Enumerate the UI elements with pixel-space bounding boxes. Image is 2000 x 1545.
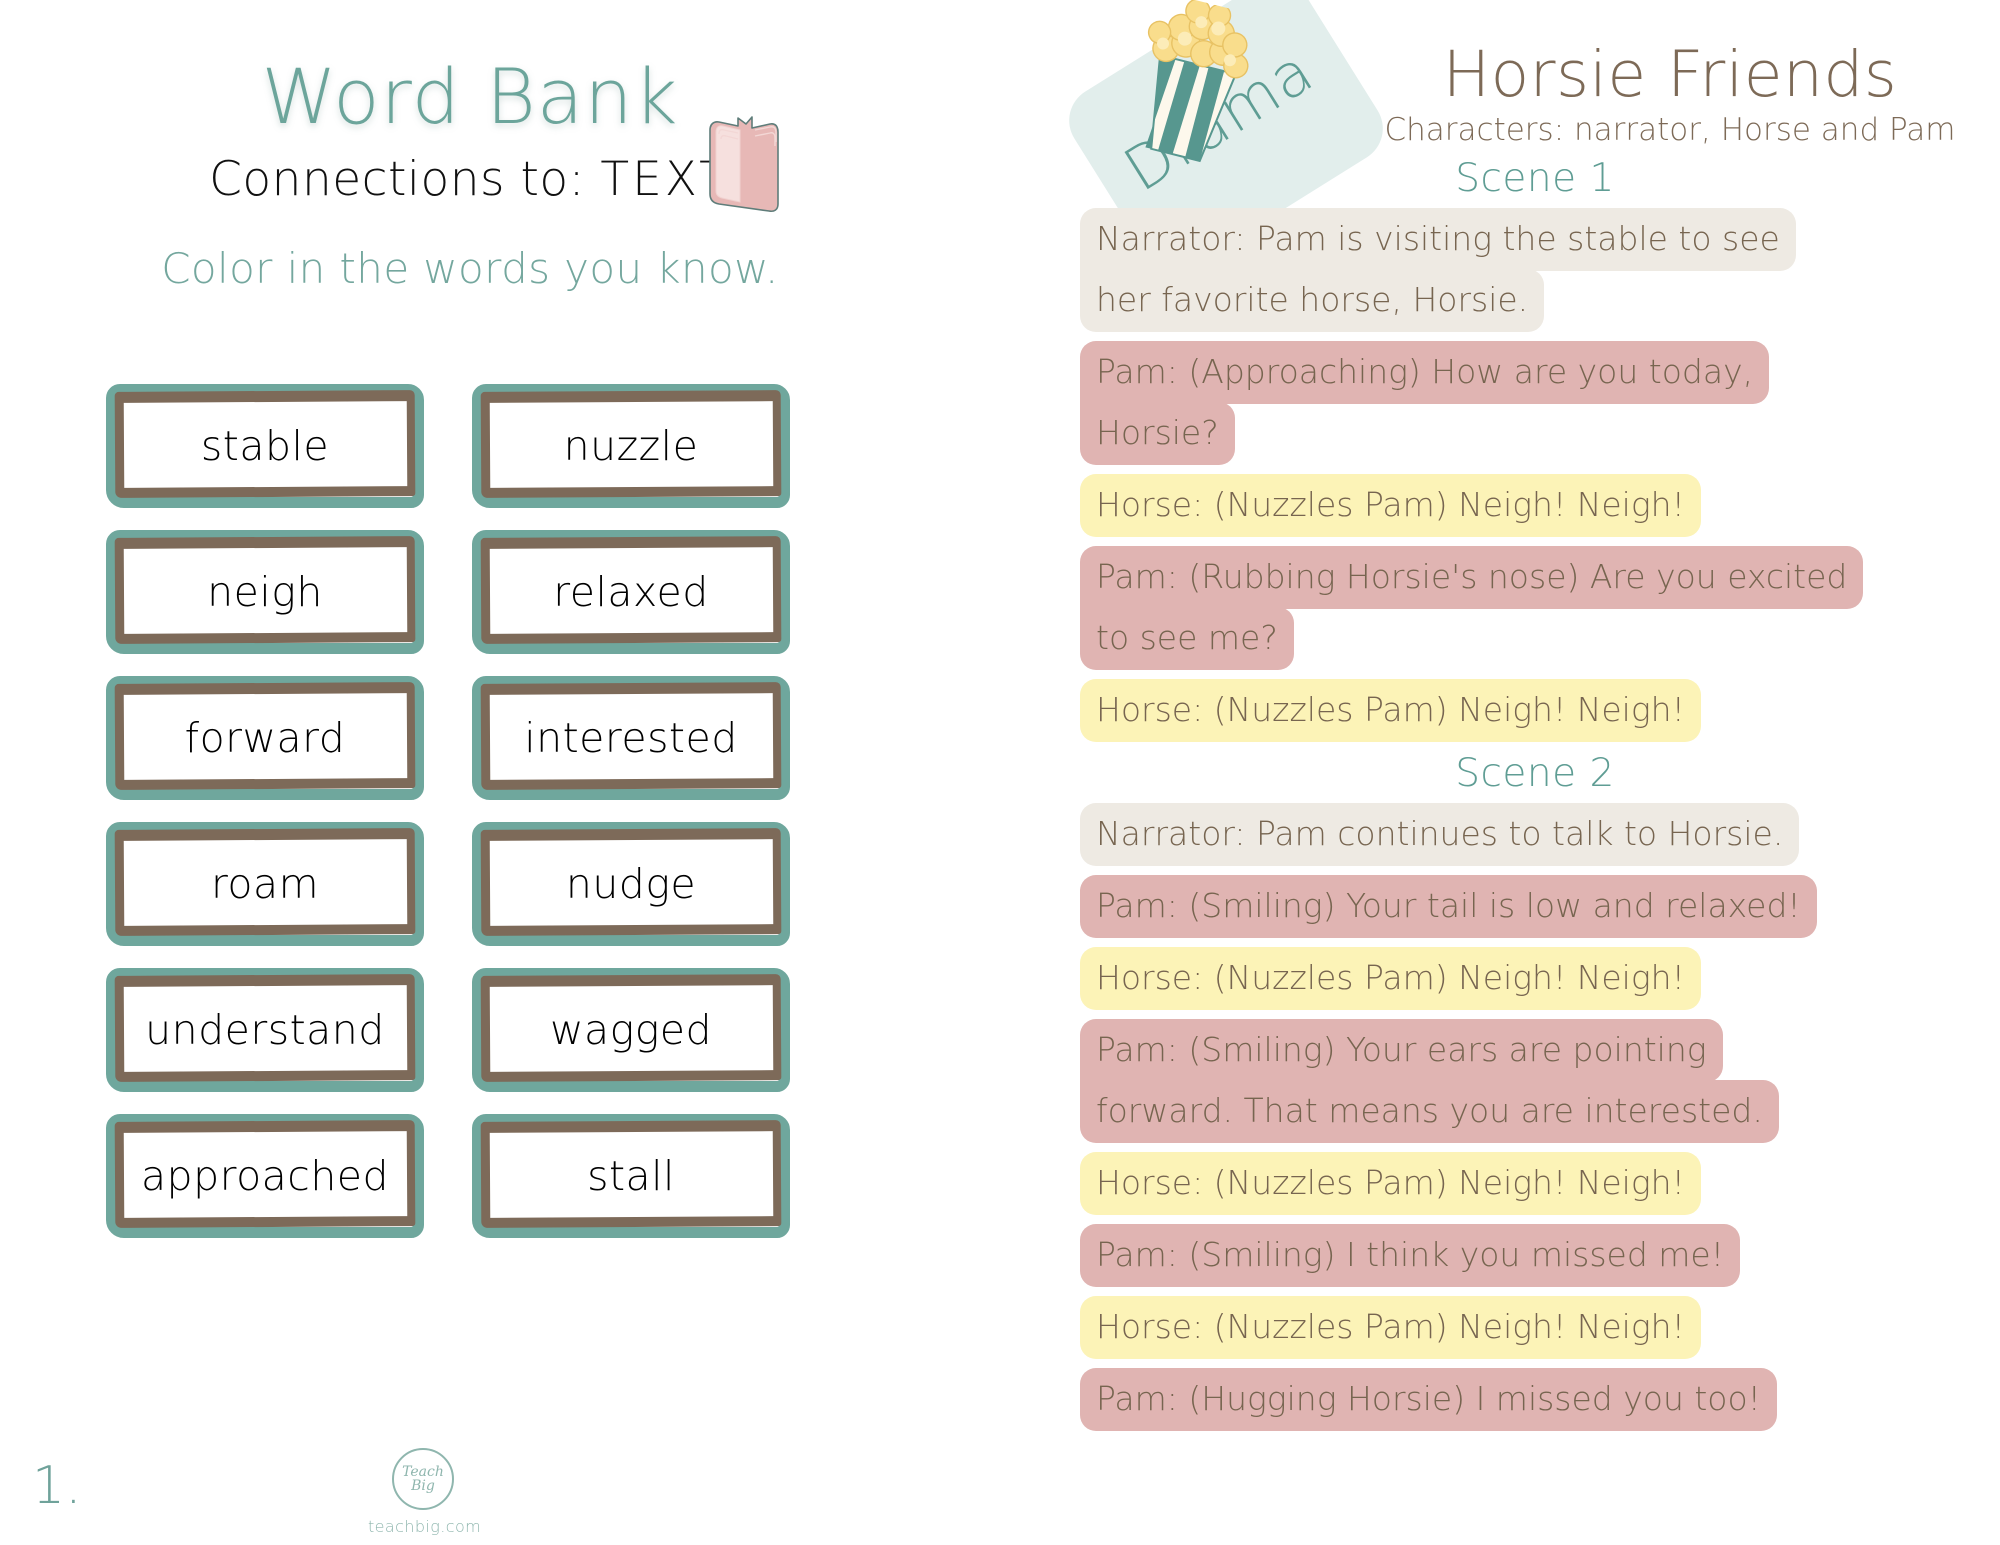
right-page-drama-script: Drama Horsie Friends Characters: narrato… xyxy=(1056,0,2000,1545)
brand-logo-url: teachbig.com xyxy=(368,1517,482,1536)
script-line-horse: Horse: (Nuzzles Pam) Neigh! Neigh! xyxy=(1080,1296,1990,1359)
word-card[interactable]: nuzzle xyxy=(472,384,790,508)
word-card[interactable]: forward xyxy=(106,676,424,800)
word-card-label: neigh xyxy=(207,568,323,616)
word-bank-grid: stable nuzzle neigh relaxed forward intereste… xyxy=(106,384,806,1238)
page-number-left: 1. xyxy=(32,1456,82,1516)
script-line-text: Horse: (Nuzzles Pam) Neigh! Neigh! xyxy=(1080,1152,1701,1215)
worksheet-spread: Word Bank Connections to: TEXT Color in … xyxy=(0,0,2000,1545)
word-card[interactable]: wagged xyxy=(472,968,790,1092)
word-card[interactable]: interested xyxy=(472,676,790,800)
script-line-text: Narrator: Pam continues to talk to Horsi… xyxy=(1080,803,1800,866)
script-line-text: her favorite horse, Horsie. xyxy=(1080,269,1545,332)
word-card[interactable]: understand xyxy=(106,968,424,1092)
script-line-pam: Pam: (Approaching) How are you today, Hor… xyxy=(1080,341,1990,465)
script-body: Scene 1 Narrator: Pam is visiting the sta… xyxy=(1080,152,1990,1440)
script-line-text: Horse: (Nuzzles Pam) Neigh! Neigh! xyxy=(1080,679,1701,742)
script-line-narrator: Narrator: Pam is visiting the stable to … xyxy=(1080,208,1990,332)
script-line-text: Pam: (Smiling) I think you missed me! xyxy=(1080,1224,1740,1287)
script-line-horse: Horse: (Nuzzles Pam) Neigh! Neigh! xyxy=(1080,1152,1990,1215)
word-card-label: understand xyxy=(145,1006,385,1054)
word-card-label: stable xyxy=(200,422,330,470)
connections-label: Connections to: xyxy=(209,152,601,207)
page-title: Word Bank xyxy=(261,52,679,141)
script-line-text: Pam: (Hugging Horsie) I missed you too! xyxy=(1080,1368,1777,1431)
scene-heading: Scene 1 xyxy=(1455,156,1615,201)
script-line-pam: Pam: (Hugging Horsie) I missed you too! xyxy=(1080,1368,1990,1431)
word-card[interactable]: stall xyxy=(472,1114,790,1238)
word-card[interactable]: nudge xyxy=(472,822,790,946)
left-page-word-bank: Word Bank Connections to: TEXT Color in … xyxy=(0,0,1060,1545)
script-line-text: Narrator: Pam is visiting the stable to … xyxy=(1080,208,1796,271)
script-line-pam: Pam: (Smiling) Your ears are pointing for… xyxy=(1080,1019,1990,1143)
word-card-label: interested xyxy=(524,714,738,762)
word-card-label: relaxed xyxy=(553,568,709,616)
brand-logo-mark: Teach Big xyxy=(392,1448,454,1510)
word-card[interactable]: roam xyxy=(106,822,424,946)
script-line-text: Horse: (Nuzzles Pam) Neigh! Neigh! xyxy=(1080,947,1701,1010)
script-line-text: Pam: (Smiling) Your ears are pointing xyxy=(1080,1019,1723,1082)
word-card-label: approached xyxy=(140,1152,390,1200)
word-card-label: nuzzle xyxy=(563,422,699,470)
word-card-label: forward xyxy=(184,714,346,762)
word-card-label: nudge xyxy=(565,860,697,908)
script-line-pam: Pam: (Smiling) Your tail is low and rela… xyxy=(1080,875,1990,938)
script-line-narrator: Narrator: Pam continues to talk to Horsi… xyxy=(1080,803,1990,866)
word-card[interactable]: neigh xyxy=(106,530,424,654)
script-line-horse: Horse: (Nuzzles Pam) Neigh! Neigh! xyxy=(1080,679,1990,742)
brand-logo-left: Teach Big teachbig.com xyxy=(368,1448,482,1536)
script-line-text: Pam: (Rubbing Horsie's nose) Are you exc… xyxy=(1080,546,1864,609)
word-card[interactable]: relaxed xyxy=(472,530,790,654)
script-line-text: Horsie? xyxy=(1080,402,1235,465)
word-card[interactable]: approached xyxy=(106,1114,424,1238)
scene-heading: Scene 2 xyxy=(1455,751,1615,796)
word-card-label: wagged xyxy=(549,1006,713,1054)
book-icon xyxy=(709,116,779,213)
script-line-text: to see me? xyxy=(1080,607,1294,670)
script-line-text: Horse: (Nuzzles Pam) Neigh! Neigh! xyxy=(1080,1296,1701,1359)
script-line-text: Horse: (Nuzzles Pam) Neigh! Neigh! xyxy=(1080,474,1701,537)
script-line-horse: Horse: (Nuzzles Pam) Neigh! Neigh! xyxy=(1080,947,1990,1010)
script-line-pam: Pam: (Smiling) I think you missed me! xyxy=(1080,1224,1990,1287)
script-line-text: Pam: (Smiling) Your tail is low and rela… xyxy=(1080,875,1817,938)
script-characters: Characters: narrator, Horse and Pam xyxy=(1384,112,1956,148)
word-card[interactable]: stable xyxy=(106,384,424,508)
word-card-label: roam xyxy=(210,860,320,908)
script-line-text: Pam: (Approaching) How are you today, xyxy=(1080,341,1770,404)
script-line-horse: Horse: (Nuzzles Pam) Neigh! Neigh! xyxy=(1080,474,1990,537)
connections-subtitle: Connections to: TEXT xyxy=(0,152,940,207)
instruction-text: Color in the words you know. xyxy=(161,244,779,293)
script-line-text: forward. That means you are interested. xyxy=(1080,1080,1779,1143)
word-card-label: stall xyxy=(587,1152,675,1200)
script-line-pam: Pam: (Rubbing Horsie's nose) Are you exc… xyxy=(1080,546,1990,670)
script-title: Horsie Friends xyxy=(1442,38,1898,111)
